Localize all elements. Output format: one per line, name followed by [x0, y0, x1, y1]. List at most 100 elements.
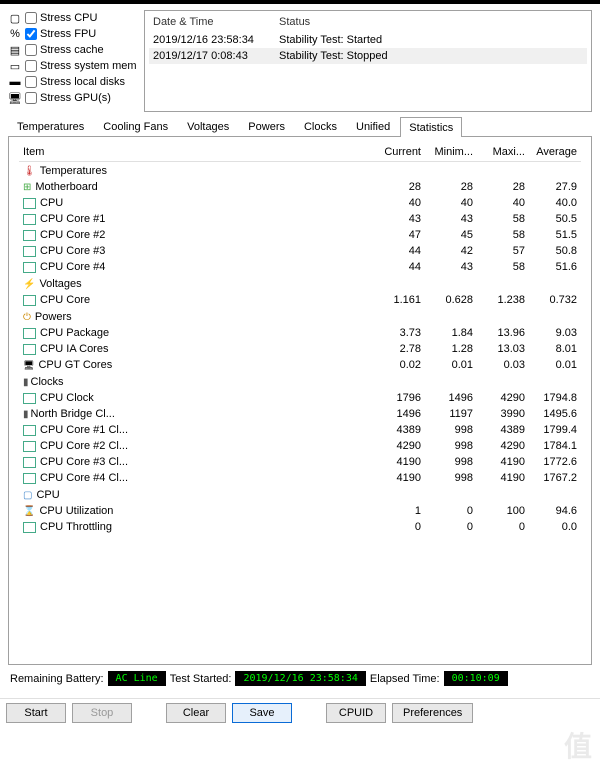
- table-row[interactable]: CPU IA Cores2.781.2813.038.01: [19, 341, 581, 357]
- log-row[interactable]: 2019/12/16 23:58:34Stability Test: Start…: [149, 32, 587, 48]
- button-bar: Start Stop Clear Save CPUID Preferences: [0, 698, 600, 727]
- table-row[interactable]: North Bridge Cl...1496119739901495.6: [19, 406, 581, 422]
- clear-button[interactable]: Clear: [166, 703, 226, 723]
- val-max: 4190: [477, 470, 529, 486]
- sq-green-icon: [23, 457, 36, 468]
- hour-ico: [23, 505, 35, 517]
- table-row[interactable]: CPU Package3.731.8413.969.03: [19, 325, 581, 341]
- table-row[interactable]: CPU Core #344425750.8: [19, 243, 581, 259]
- group-temperatures[interactable]: Temperatures: [19, 162, 581, 180]
- table-row[interactable]: CPU Core #1 Cl...438999843891799.4: [19, 422, 581, 438]
- tab-unified[interactable]: Unified: [347, 116, 399, 136]
- val-max: 28: [477, 179, 529, 195]
- tab-clocks[interactable]: Clocks: [295, 116, 346, 136]
- group-voltages[interactable]: Voltages: [19, 275, 581, 292]
- preferences-button[interactable]: Preferences: [392, 703, 473, 723]
- val-avg: 8.01: [529, 341, 581, 357]
- stress-option-stress-system-mem[interactable]: ▭Stress system mem: [8, 58, 140, 74]
- col-avg[interactable]: Average: [529, 143, 581, 162]
- gpu-icon: 🖥: [8, 91, 22, 105]
- val-avg: 9.03: [529, 325, 581, 341]
- col-item[interactable]: Item: [19, 143, 373, 162]
- save-button[interactable]: Save: [232, 703, 292, 723]
- gt-ico: [23, 359, 34, 371]
- tab-temperatures[interactable]: Temperatures: [8, 116, 93, 136]
- group-powers[interactable]: Powers: [19, 308, 581, 325]
- stress-option-stress-cache[interactable]: ▤Stress cache: [8, 42, 140, 58]
- stress-option-stress-local-disks[interactable]: ▬Stress local disks: [8, 74, 140, 90]
- item-name: CPU Core #2: [40, 229, 105, 241]
- val-min: 45: [425, 227, 477, 243]
- table-row[interactable]: CPU GT Cores0.020.010.030.01: [19, 357, 581, 373]
- sq-green-icon: [23, 344, 36, 355]
- val-min: 998: [425, 422, 477, 438]
- val-min: 1.84: [425, 325, 477, 341]
- table-row[interactable]: CPU Core #3 Cl...419099841901772.6: [19, 454, 581, 470]
- stress-checkbox[interactable]: [25, 60, 37, 72]
- stress-checkbox[interactable]: [25, 44, 37, 56]
- val-current: 43: [373, 211, 425, 227]
- stress-checkbox[interactable]: [25, 28, 37, 40]
- test-started-value: 2019/12/16 23:58:34: [235, 671, 365, 686]
- stress-checkbox[interactable]: [25, 76, 37, 88]
- tab-statistics[interactable]: Statistics: [400, 117, 462, 137]
- stress-label: Stress system mem: [40, 60, 137, 72]
- table-row[interactable]: CPU Core #247455851.5: [19, 227, 581, 243]
- group-cpu[interactable]: CPU: [19, 486, 581, 503]
- val-min: 998: [425, 470, 477, 486]
- table-row[interactable]: CPU Core #2 Cl...429099842901784.1: [19, 438, 581, 454]
- group-clocks[interactable]: Clocks: [19, 373, 581, 390]
- cpu-ico: [23, 489, 32, 501]
- stress-option-stress-cpu[interactable]: ▢Stress CPU: [8, 10, 140, 26]
- stress-option-stress-fpu[interactable]: %Stress FPU: [8, 26, 140, 42]
- log-header-status: Status: [279, 16, 583, 28]
- val-avg: 1772.6: [529, 454, 581, 470]
- val-max: 100: [477, 503, 529, 519]
- val-current: 0: [373, 519, 425, 535]
- val-current: 4389: [373, 422, 425, 438]
- item-name: CPU Core #4 Cl...: [40, 472, 128, 484]
- val-current: 3.73: [373, 325, 425, 341]
- val-min: 43: [425, 259, 477, 275]
- table-row[interactable]: CPU40404040.0: [19, 195, 581, 211]
- sq-green-icon: [23, 522, 36, 533]
- log-status: Stability Test: Started: [279, 34, 583, 46]
- val-avg: 1794.8: [529, 390, 581, 406]
- group-label: Voltages: [39, 278, 81, 290]
- table-row[interactable]: CPU Utilization1010094.6: [19, 503, 581, 519]
- stop-button[interactable]: Stop: [72, 703, 132, 723]
- table-row[interactable]: CPU Core #143435850.5: [19, 211, 581, 227]
- table-row[interactable]: Motherboard28282827.9: [19, 179, 581, 195]
- val-avg: 1784.1: [529, 438, 581, 454]
- table-row[interactable]: CPU Clock1796149642901794.8: [19, 390, 581, 406]
- stress-checkbox[interactable]: [25, 92, 37, 104]
- val-max: 40: [477, 195, 529, 211]
- val-min: 0.628: [425, 292, 477, 308]
- tab-voltages[interactable]: Voltages: [178, 116, 238, 136]
- volt-ico: [23, 278, 35, 290]
- group-label: Temperatures: [40, 165, 107, 177]
- group-label: Powers: [35, 311, 72, 323]
- val-max: 0.03: [477, 357, 529, 373]
- val-avg: 1799.4: [529, 422, 581, 438]
- tab-powers[interactable]: Powers: [239, 116, 294, 136]
- sq-green-icon: [23, 328, 36, 339]
- col-min[interactable]: Minim...: [425, 143, 477, 162]
- log-row[interactable]: 2019/12/17 0:08:43Stability Test: Stoppe…: [149, 48, 587, 64]
- cpuid-button[interactable]: CPUID: [326, 703, 386, 723]
- val-current: 40: [373, 195, 425, 211]
- event-log: Date & Time Status 2019/12/16 23:58:34St…: [144, 10, 592, 112]
- tab-cooling-fans[interactable]: Cooling Fans: [94, 116, 177, 136]
- stress-checkbox[interactable]: [25, 12, 37, 24]
- table-row[interactable]: CPU Throttling0000.0: [19, 519, 581, 535]
- col-current[interactable]: Current: [373, 143, 425, 162]
- col-max[interactable]: Maxi...: [477, 143, 529, 162]
- val-min: 43: [425, 211, 477, 227]
- table-row[interactable]: CPU Core1.1610.6281.2380.732: [19, 292, 581, 308]
- table-row[interactable]: CPU Core #4 Cl...419099841901767.2: [19, 470, 581, 486]
- stress-option-stress-gpu-s-[interactable]: 🖥Stress GPU(s): [8, 90, 140, 106]
- table-row[interactable]: CPU Core #444435851.6: [19, 259, 581, 275]
- start-button[interactable]: Start: [6, 703, 66, 723]
- cache-icon: ▤: [8, 43, 22, 57]
- val-max: 3990: [477, 406, 529, 422]
